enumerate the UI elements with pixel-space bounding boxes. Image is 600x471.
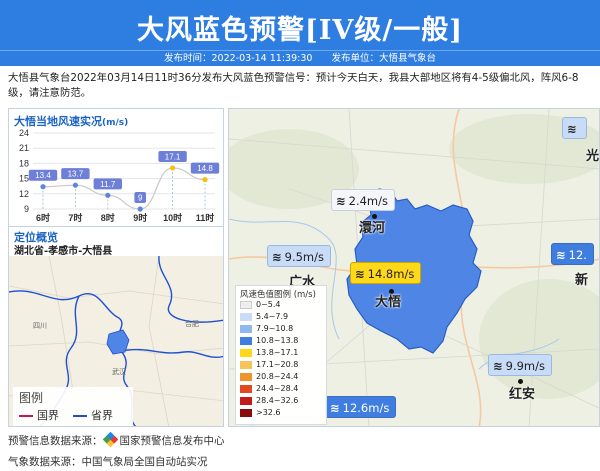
x-tick-label: 10时 — [163, 212, 182, 223]
place-name: 新 — [575, 273, 589, 288]
wind-speed-label[interactable]: ≋ 12.6m/s — [325, 396, 397, 418]
data-label: 13.4 — [35, 171, 51, 180]
x-tick-label: 8时 — [101, 212, 115, 223]
publisher: 发布单位：大悟县气象台 — [331, 53, 436, 64]
color-legend-row: 13.8~17.1 — [240, 348, 298, 358]
wind-speed-label[interactable]: ≋ 9.9m/s — [488, 354, 552, 376]
color-legend-row: 0~5.4 — [240, 300, 281, 310]
wind-gust-icon: ≋ — [272, 250, 282, 264]
color-legend-row: 17.1~20.8 — [240, 360, 298, 370]
data-label: 17.1 — [165, 152, 181, 161]
wind-color-legend: 风速色值图例 (m/s) 0~5.4 5.4~7.9 7.9~10.8 10.8… — [235, 285, 327, 425]
color-legend-row: 5.4~7.9 — [240, 312, 288, 322]
wind-speed-chart-panel: 大悟当地风速实况(m/s) 24 21 18 15 12 9 13.4 6时 13.7 7时 11.… — [8, 108, 224, 227]
wind-gust-icon: ≋ — [336, 194, 346, 208]
x-tick-label: 11时 — [196, 212, 215, 223]
y-tick-label: 12 — [19, 189, 29, 199]
warning-description: 大悟县气象台2022年03月14日11时36分发布大风蓝色预警信号：预计今天白天… — [8, 72, 579, 99]
mini-map-label: 武汉 — [112, 367, 126, 376]
x-tick-label: 9时 — [133, 212, 147, 223]
place-name: 光 — [586, 149, 600, 164]
map-legend: 图例 国界 省界 — [13, 387, 133, 426]
wind-gust-icon: ≋ — [330, 401, 340, 415]
province-border-line-icon — [73, 415, 87, 417]
data-point — [105, 192, 111, 198]
x-tick-label: 6时 — [36, 212, 50, 223]
color-legend-row: 20.8~24.4 — [240, 372, 298, 382]
place-name: 澴河 — [359, 221, 386, 236]
y-tick-label: 18 — [19, 158, 29, 168]
wind-map-panel[interactable]: 澴河 大悟 红安 新 光 广水 ≋ 2.4m/s ≋ 14.8m/s ≋ 9.5m/s… — [228, 108, 600, 427]
wind-speed-chart: 24 21 18 15 12 9 13.4 6时 13.7 7时 11.7 8时 9 9时 17.1 10时 1… — [19, 128, 220, 223]
wind-speed-label[interactable]: ≋ 9.5m/s — [267, 245, 331, 267]
data-point — [202, 177, 208, 183]
y-tick-label: 9 — [24, 204, 29, 214]
place-name: 红安 — [509, 387, 536, 402]
header-meta: 发布时间：2022-03-14 11:39:30 发布单位：大悟县气象台 — [0, 50, 600, 66]
data-label: 14.8 — [197, 164, 213, 173]
weather-source-line: 气象数据来源：中国气象局全国自动站实况 — [8, 456, 208, 468]
color-legend-title: 风速色值图例 (m/s) — [240, 290, 316, 300]
data-label: 13.7 — [68, 170, 84, 179]
published-time: 发布时间：2022-03-14 11:39:30 — [164, 53, 313, 64]
country-border-line-icon — [19, 415, 33, 417]
location-overview-panel: 定位概览 湖北省-孝感市-大悟县 四川 合肥 武汉 图例 国界 省界 — [8, 226, 224, 427]
data-point — [170, 165, 176, 171]
warning-header: 大风蓝色预警[IV级/一般] 发布时间：2022-03-14 11:39:30 … — [0, 0, 600, 66]
legend-country-border: 国界 — [19, 407, 59, 423]
color-legend-row: 28.4~32.6 — [240, 396, 298, 406]
location-path: 湖北省-孝感市-大悟县 — [14, 246, 113, 257]
mini-map-label: 合肥 — [185, 319, 199, 328]
wind-gust-icon: ≋ — [556, 248, 566, 262]
color-legend-row: >32.6 — [240, 408, 281, 418]
data-label: 9 — [138, 194, 143, 203]
wind-speed-label[interactable]: ≋ 14.8m/s — [350, 262, 422, 284]
data-point — [72, 182, 78, 188]
wind-gust-icon: ≋ — [493, 359, 503, 373]
data-point — [137, 206, 143, 212]
color-legend-row: 10.8~13.8 — [240, 336, 298, 346]
y-tick-label: 15 — [19, 174, 29, 184]
y-tick-label: 24 — [19, 128, 29, 138]
legend-province-border: 省界 — [73, 407, 113, 423]
place-name: 大悟 — [375, 295, 402, 310]
data-point — [40, 184, 46, 190]
page-title: 大风蓝色预警[IV级/一般] — [137, 15, 463, 46]
wind-speed-label[interactable]: ≋ 12. — [551, 243, 594, 265]
data-label: 11.7 — [100, 180, 116, 189]
x-tick-label: 7时 — [68, 212, 82, 223]
warning-center-logo-icon — [102, 431, 118, 448]
wind-gust-icon: ≋ — [567, 122, 577, 136]
legend-title: 图例 — [19, 391, 44, 405]
mini-map-label: 四川 — [33, 322, 47, 330]
warning-source-link[interactable]: 国家预警信息发布中心 — [120, 435, 225, 447]
wind-speed-label[interactable]: ≋ 2.4m/s — [331, 189, 395, 211]
color-legend-row: 7.9~10.8 — [240, 324, 293, 334]
color-legend-row: 24.4~28.4 — [240, 384, 298, 394]
wind-gust-icon: ≋ — [355, 267, 365, 281]
wind-speed-label[interactable]: ≋ — [562, 117, 587, 139]
y-tick-label: 21 — [19, 143, 29, 153]
warning-source-line: 预警信息数据来源： 国家预警信息发布中心 — [8, 431, 225, 448]
